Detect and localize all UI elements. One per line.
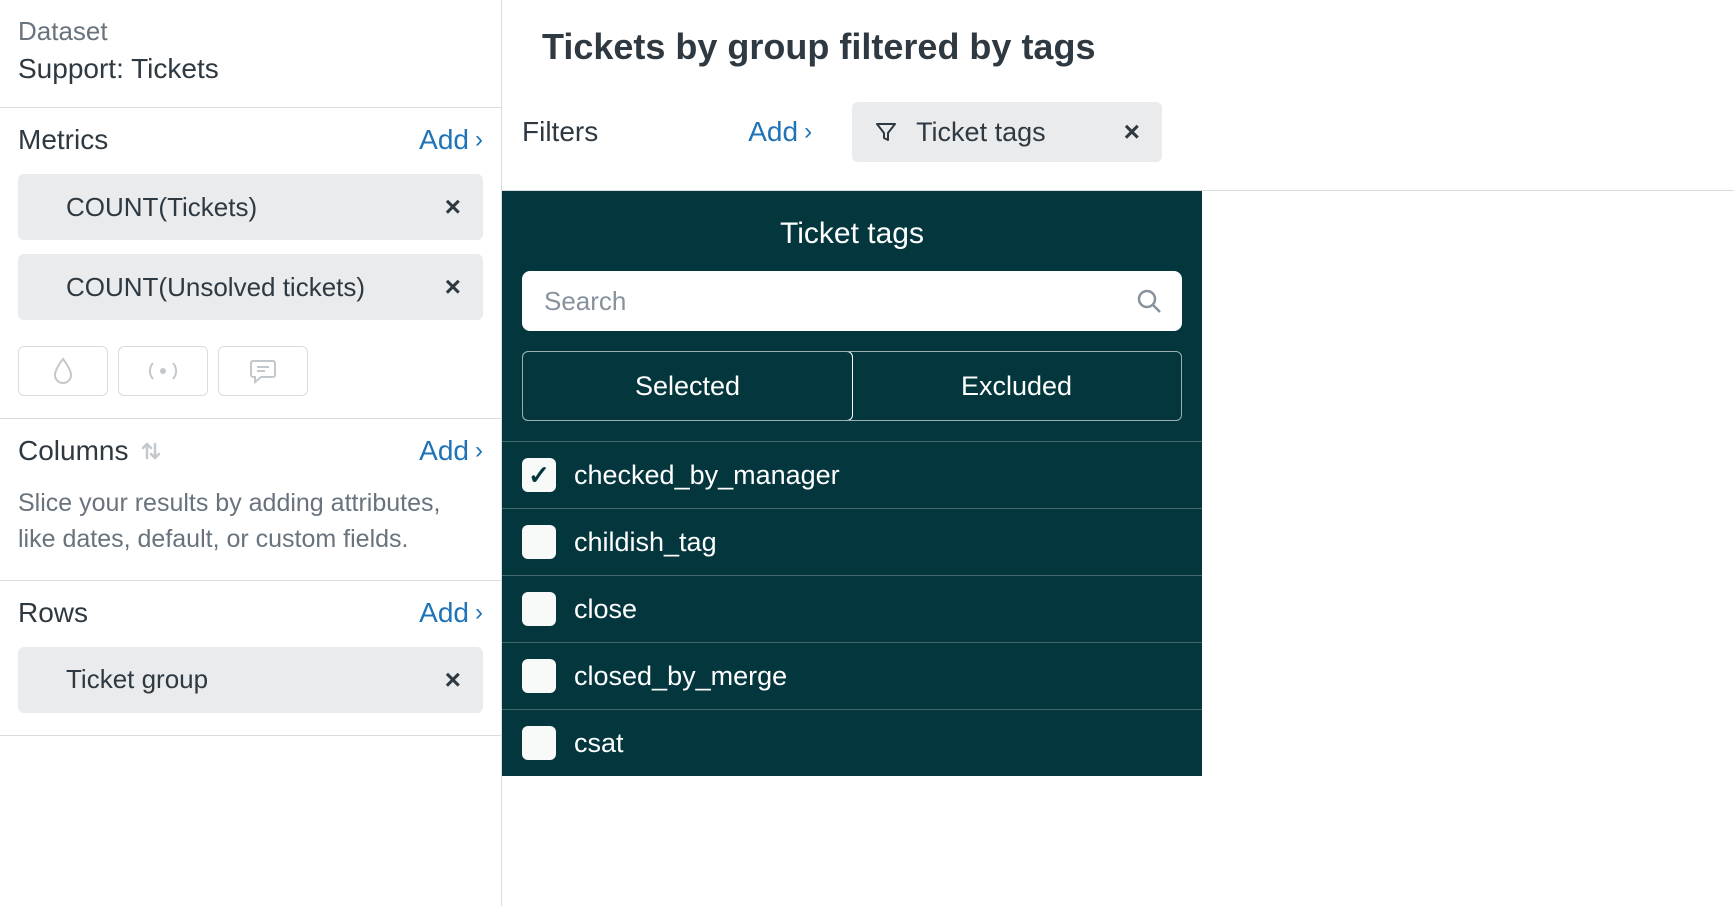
main-title-row: Tickets by group filtered by tags: [502, 0, 1734, 102]
metric-chip[interactable]: COUNT(Tickets) ×: [18, 174, 483, 240]
drop-icon-button[interactable]: [18, 346, 108, 396]
metrics-add-button[interactable]: Add ›: [419, 124, 483, 156]
metrics-add-label: Add: [419, 124, 469, 156]
search-box: [522, 271, 1182, 331]
dropdown-title: Ticket tags: [502, 191, 1202, 271]
search-icon: [1136, 288, 1162, 314]
checkbox-unchecked-icon[interactable]: [522, 525, 556, 559]
comment-icon: [249, 358, 277, 384]
main-area: Tickets by group filtered by tags Filter…: [502, 0, 1734, 906]
filters-add-button[interactable]: Add ›: [748, 116, 812, 148]
chevron-right-icon: ›: [475, 126, 483, 154]
remove-icon[interactable]: ×: [445, 664, 461, 696]
filters-row: Filters Add › Ticket tags ×: [502, 102, 1734, 191]
checkbox-unchecked-icon[interactable]: [522, 659, 556, 693]
comment-icon-button[interactable]: [218, 346, 308, 396]
columns-header: Columns Add ›: [18, 435, 483, 467]
option-item[interactable]: childish_tag: [502, 508, 1202, 575]
columns-add-button[interactable]: Add ›: [419, 435, 483, 467]
live-icon-button[interactable]: [118, 346, 208, 396]
filter-chip[interactable]: Ticket tags ×: [852, 102, 1162, 162]
checkbox-unchecked-icon[interactable]: [522, 592, 556, 626]
dropdown-inner: Selected Excluded: [502, 271, 1202, 441]
dataset-name[interactable]: Support: Tickets: [18, 53, 483, 85]
checkbox-unchecked-icon[interactable]: [522, 726, 556, 760]
checkbox-checked-icon[interactable]: ✓: [522, 458, 556, 492]
metric-chip[interactable]: COUNT(Unsolved tickets) ×: [18, 254, 483, 320]
metrics-title: Metrics: [18, 124, 108, 156]
option-item[interactable]: ✓ checked_by_manager: [502, 441, 1202, 508]
rows-section: Rows Add › Ticket group ×: [0, 581, 501, 736]
broadcast-icon: [146, 360, 180, 382]
columns-helper-text: Slice your results by adding attributes,…: [18, 485, 483, 558]
config-sidebar: Dataset Support: Tickets Metrics Add › C…: [0, 0, 502, 906]
columns-title-label: Columns: [18, 435, 128, 467]
row-chip-label: Ticket group: [66, 664, 208, 695]
option-list: ✓ checked_by_manager childish_tag close …: [502, 441, 1202, 776]
dataset-section: Dataset Support: Tickets: [0, 0, 501, 108]
remove-icon[interactable]: ×: [1124, 116, 1140, 148]
metric-chip-label: COUNT(Unsolved tickets): [66, 272, 365, 303]
search-input[interactable]: [522, 271, 1182, 331]
option-label: csat: [574, 728, 624, 759]
columns-add-label: Add: [419, 435, 469, 467]
metric-chip-label: COUNT(Tickets): [66, 192, 257, 223]
rows-chip-list: Ticket group ×: [18, 647, 483, 713]
metric-option-row: [18, 346, 483, 396]
option-label: closed_by_merge: [574, 661, 787, 692]
option-label: checked_by_manager: [574, 460, 840, 491]
rows-add-button[interactable]: Add ›: [419, 597, 483, 629]
rows-title: Rows: [18, 597, 88, 629]
option-item[interactable]: closed_by_merge: [502, 642, 1202, 709]
swap-icon[interactable]: [138, 438, 164, 464]
row-chip[interactable]: Ticket group ×: [18, 647, 483, 713]
rows-header: Rows Add ›: [18, 597, 483, 629]
chevron-right-icon: ›: [804, 118, 812, 146]
remove-icon[interactable]: ×: [445, 271, 461, 303]
columns-title: Columns: [18, 435, 164, 467]
filters-label: Filters: [522, 116, 598, 148]
metrics-section: Metrics Add › COUNT(Tickets) × COUNT(Uns…: [0, 108, 501, 419]
option-item[interactable]: close: [502, 575, 1202, 642]
filter-chip-label: Ticket tags: [916, 117, 1046, 148]
tab-excluded[interactable]: Excluded: [852, 352, 1181, 420]
filters-add-label: Add: [748, 116, 798, 148]
tab-selected[interactable]: Selected: [522, 351, 853, 421]
metrics-chip-list: COUNT(Tickets) × COUNT(Unsolved tickets)…: [18, 174, 483, 320]
columns-section: Columns Add › Slice your results by addi…: [0, 419, 501, 581]
option-label: close: [574, 594, 637, 625]
option-item[interactable]: csat: [502, 709, 1202, 776]
segmented-control: Selected Excluded: [522, 351, 1182, 421]
rows-add-label: Add: [419, 597, 469, 629]
filter-dropdown: Ticket tags Selected Excluded ✓ checked_…: [502, 191, 1202, 776]
page-title: Tickets by group filtered by tags: [542, 26, 1694, 68]
option-label: childish_tag: [574, 527, 717, 558]
chevron-right-icon: ›: [475, 599, 483, 627]
drop-icon: [52, 357, 74, 385]
remove-icon[interactable]: ×: [445, 191, 461, 223]
dataset-label: Dataset: [18, 16, 483, 47]
chevron-right-icon: ›: [475, 437, 483, 465]
filter-icon: [874, 120, 898, 144]
app-root: Dataset Support: Tickets Metrics Add › C…: [0, 0, 1734, 906]
metrics-header: Metrics Add ›: [18, 124, 483, 156]
